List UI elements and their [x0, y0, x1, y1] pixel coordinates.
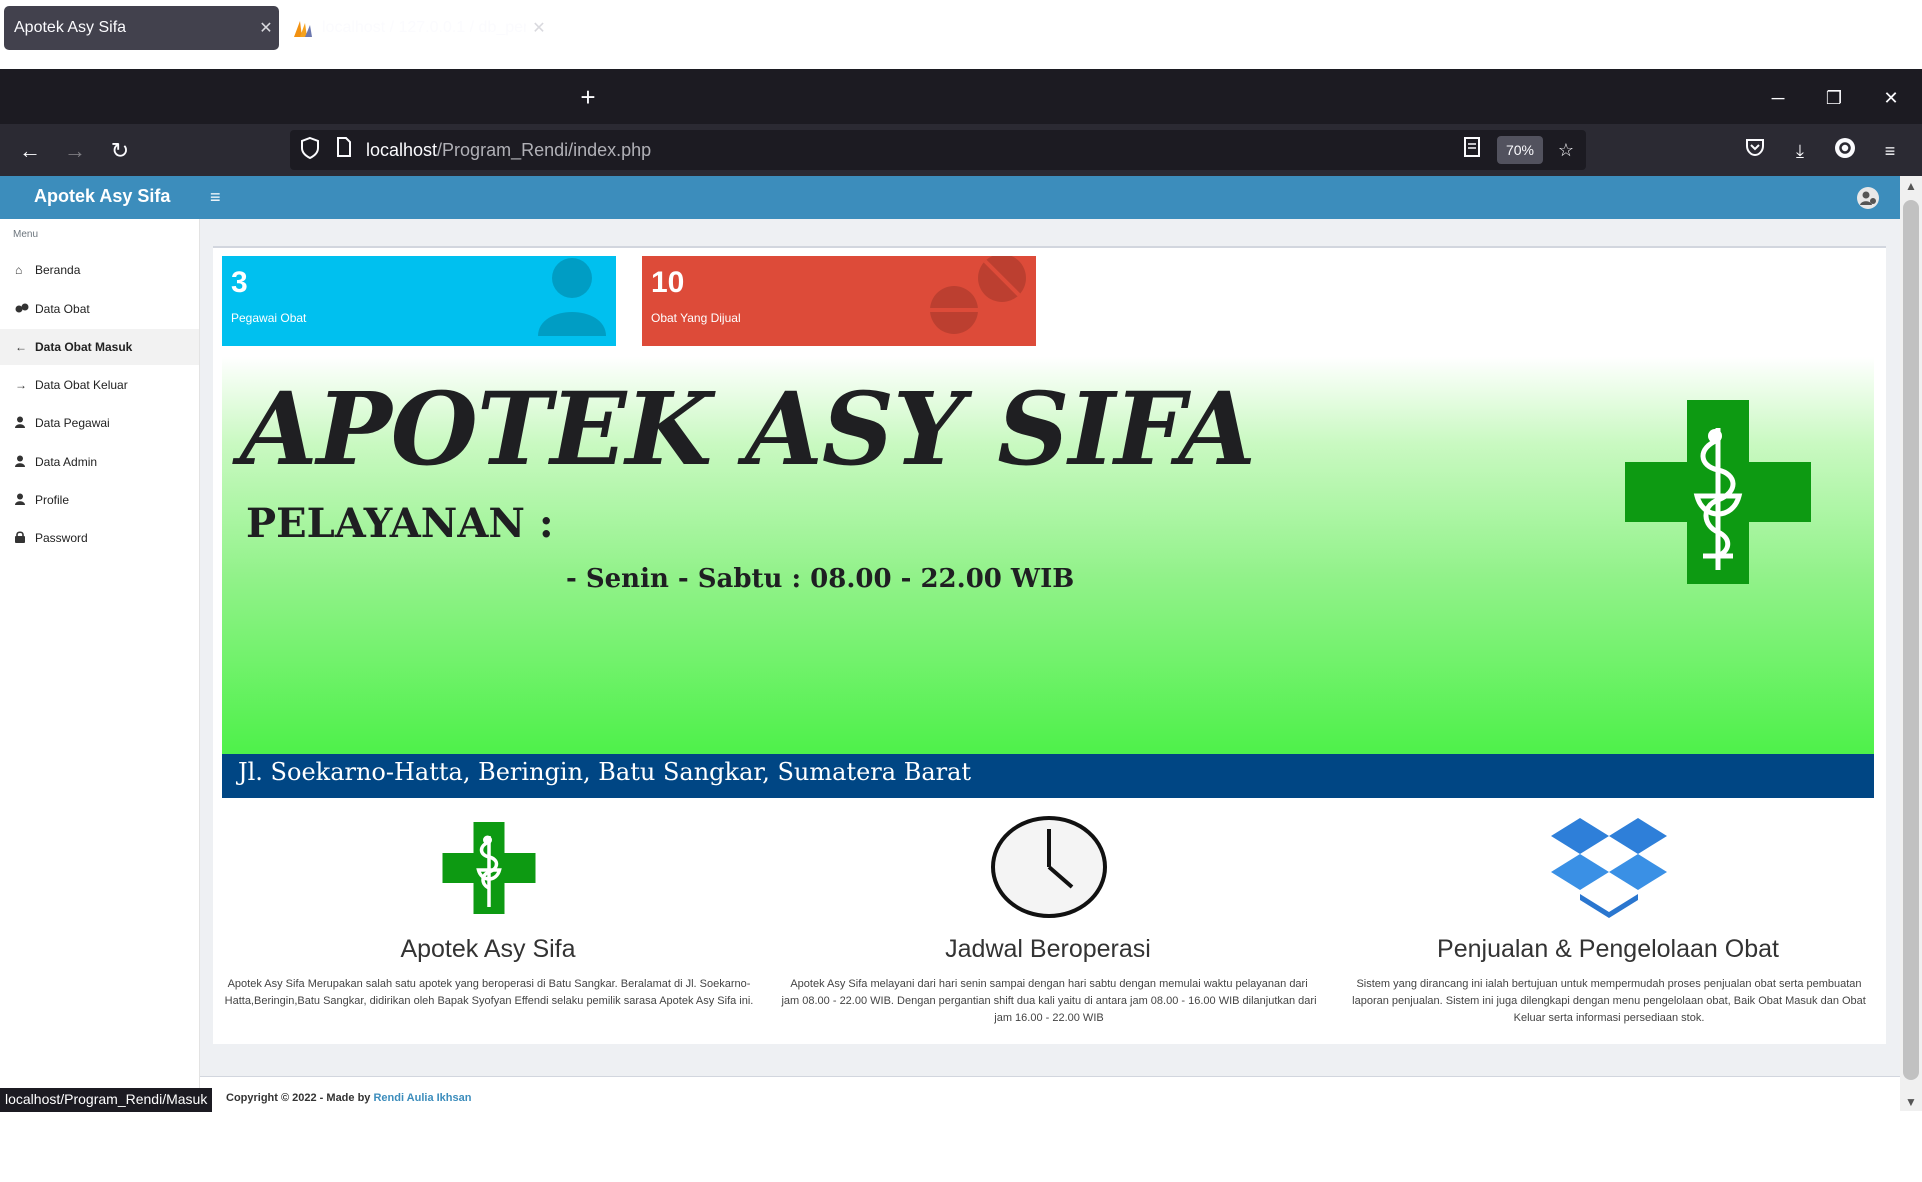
banner-title: APOTEK ASY SIFA — [240, 370, 1256, 488]
feature-text-jadwal: Apotek Asy Sifa melayani dari hari senin… — [781, 978, 1317, 1024]
browser-tab-bar — [0, 69, 1922, 124]
sidebar-toggle-icon[interactable]: ≡ — [210, 187, 221, 208]
feature-title-jadwal: Jadwal Beroperasi — [945, 935, 1151, 963]
stat-box-pegawai[interactable]: 3 Pegawai Obat — [222, 256, 616, 346]
pills-icon — [15, 302, 35, 316]
sidebar-item-label: Password — [35, 531, 88, 545]
back-icon[interactable]: ← — [15, 136, 45, 166]
lock-icon — [15, 530, 35, 546]
sidebar-item-data-obat-keluar[interactable]: → Data Obat Keluar — [0, 367, 199, 403]
tab-apotek[interactable]: Apotek Asy Sifa ✕ — [4, 6, 279, 50]
feature-text-penjualan: Sistem yang dirancang ini ialah bertujua… — [1352, 978, 1866, 1024]
sidebar-item-label: Data Obat — [35, 302, 90, 316]
feature-title-apotek: Apotek Asy Sifa — [400, 935, 576, 963]
forward-icon[interactable]: → — [60, 136, 90, 166]
sidebar-item-data-pegawai[interactable]: Data Pegawai — [0, 405, 199, 441]
menu-icon[interactable]: ≡ — [1875, 136, 1905, 166]
footer-copyright: Copyright © 2022 - Made by Rendi Aulia I… — [226, 1092, 471, 1104]
sidebar-item-label: Data Admin — [35, 455, 98, 469]
scroll-up-icon[interactable]: ▲ — [1903, 178, 1919, 194]
stat-label: Obat Yang Dijual — [651, 311, 741, 325]
page-icon — [330, 136, 358, 164]
arrow-left-icon: ← — [15, 340, 27, 354]
sidebar-menu-header: Menu — [13, 229, 39, 240]
pharmacy-cross-icon — [442, 822, 536, 914]
stat-label: Pegawai Obat — [231, 311, 307, 325]
sidebar-item-beranda[interactable]: ⌂ Beranda — [0, 252, 199, 288]
status-link-preview: localhost/Program_Rendi/Masuk — [0, 1088, 213, 1112]
tab-title: localhost / 127.0.0.1 / db_penju — [322, 19, 526, 36]
stat-value: 10 — [651, 266, 685, 299]
tab-title: Apotek Asy Sifa — [14, 19, 127, 36]
clock-icon — [991, 816, 1107, 918]
sidebar-item-label: Beranda — [35, 263, 81, 277]
url-text[interactable]: localhost/Program_Rendi/index.php — [366, 140, 651, 161]
sidebar-item-label: Profile — [35, 493, 70, 507]
footer-author-link[interactable]: Rendi Aulia Ikhsan — [373, 1092, 471, 1104]
stat-value: 3 — [231, 266, 248, 299]
scroll-down-icon[interactable]: ▼ — [1903, 1094, 1919, 1110]
url-host: localhost — [366, 140, 438, 160]
user-icon — [15, 416, 35, 431]
app-topbar — [0, 176, 1900, 219]
sidebar-item-profile[interactable]: Profile — [0, 482, 199, 518]
user-profile-icon[interactable] — [1856, 186, 1880, 210]
phpmyadmin-icon — [294, 21, 312, 37]
arrow-right-icon: → — [15, 378, 27, 392]
reload-icon[interactable]: ↻ — [105, 136, 135, 166]
sidebar-item-data-admin[interactable]: Data Admin — [0, 444, 199, 480]
close-icon[interactable]: ✕ — [526, 18, 552, 38]
url-path: /Program_Rendi/index.php — [437, 140, 652, 160]
close-icon[interactable]: ✕ — [253, 18, 279, 38]
user-icon — [15, 493, 35, 508]
sidebar-item-label: Data Pegawai — [35, 416, 110, 430]
window-close-icon[interactable]: ✕ — [1871, 82, 1911, 114]
pharmacy-cross-icon — [1625, 400, 1811, 584]
banner-address: Jl. Soekarno-Hatta, Beringin, Batu Sangk… — [238, 758, 972, 786]
tab-phpmyadmin[interactable]: localhost / 127.0.0.1 / db_penju ✕ — [282, 6, 552, 50]
download-icon[interactable]: ⤓ — [1785, 136, 1815, 166]
restore-icon[interactable]: ❐ — [1814, 82, 1854, 114]
sidebar-item-label: Data Obat Masuk — [35, 340, 133, 354]
sidebar-item-label: Data Obat Keluar — [35, 378, 128, 392]
footer-prefix: Copyright © 2022 - Made by — [226, 1092, 374, 1104]
bookmark-star-icon[interactable]: ☆ — [1552, 136, 1580, 164]
user-icon — [538, 258, 606, 336]
banner-service-heading: PELAYANAN : — [246, 500, 554, 547]
feature-title-penjualan: Penjualan & Pengelolaan Obat — [1437, 935, 1779, 963]
feature-text-apotek: Apotek Asy Sifa Merupakan salah satu apo… — [224, 978, 754, 1007]
scrollbar-thumb[interactable] — [1903, 200, 1919, 1080]
banner-hours: - Senin - Sabtu : 08.00 - 22.00 WIB — [566, 564, 1075, 594]
app-brand[interactable]: Apotek Asy Sifa — [34, 186, 170, 207]
new-tab-button[interactable]: + — [572, 82, 604, 114]
stat-box-obat[interactable]: 10 Obat Yang Dijual — [642, 256, 1036, 346]
zoom-level[interactable]: 70% — [1497, 136, 1543, 164]
sidebar-item-password[interactable]: Password — [0, 520, 199, 556]
reader-view-icon[interactable] — [1458, 136, 1486, 164]
account-icon[interactable] — [1830, 136, 1860, 166]
shield-icon[interactable] — [296, 136, 324, 164]
box-icon — [1551, 818, 1667, 918]
home-icon: ⌂ — [15, 263, 23, 277]
pocket-icon[interactable] — [1740, 136, 1770, 166]
pills-icon — [930, 256, 1026, 334]
sidebar-item-data-obat-masuk[interactable]: ← Data Obat Masuk — [0, 329, 199, 365]
minimize-icon[interactable]: ─ — [1758, 82, 1798, 114]
sidebar-item-data-obat[interactable]: Data Obat — [0, 291, 199, 327]
user-icon — [15, 455, 35, 470]
